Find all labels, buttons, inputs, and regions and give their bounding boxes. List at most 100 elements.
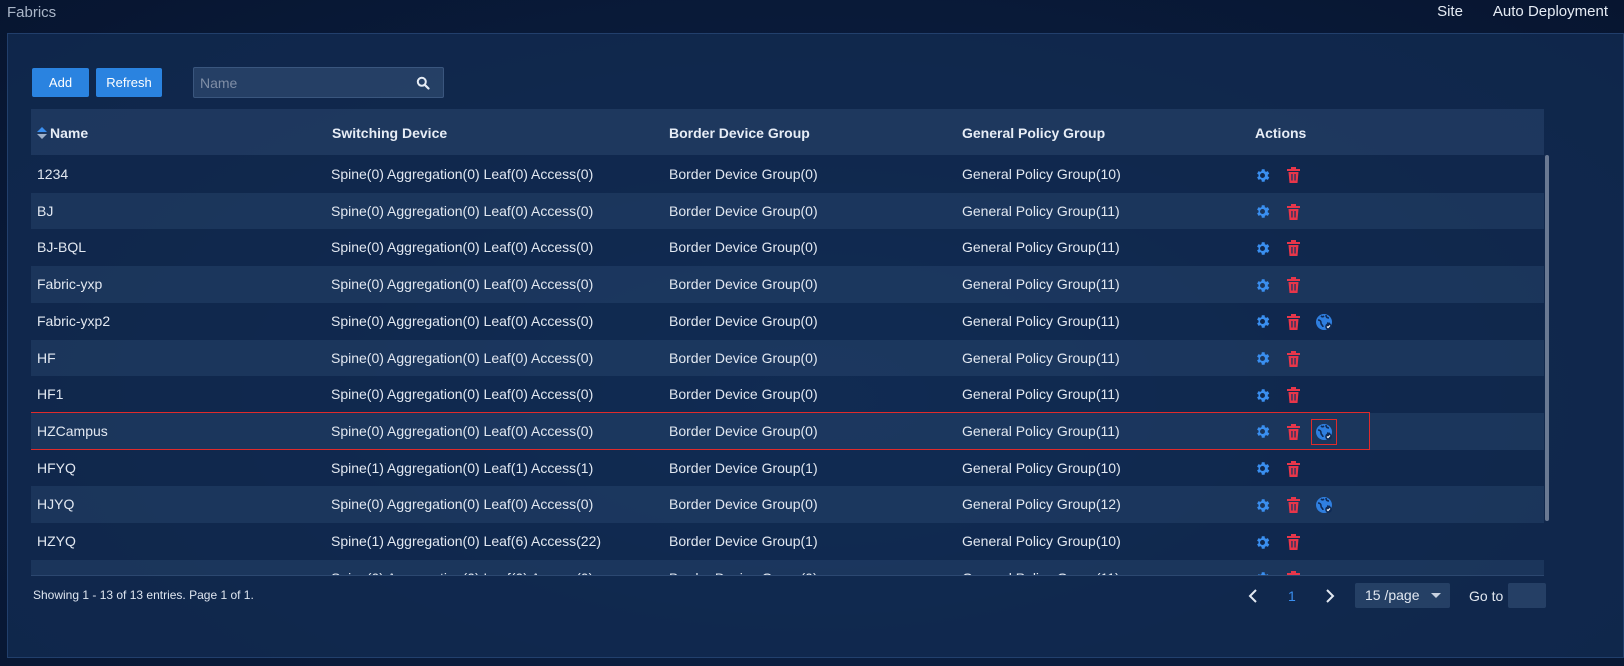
settings-icon[interactable] [1252,238,1272,258]
column-header-name[interactable]: Name [50,125,88,141]
settings-icon[interactable] [1252,385,1272,405]
delete-icon[interactable] [1283,385,1303,405]
cell-policy: General Policy Group(11) [962,276,1120,293]
pagination-summary: Showing 1 - 13 of 13 entries. Page 1 of … [33,588,254,602]
chevron-right-icon[interactable] [1322,588,1338,604]
cell-policy: General Policy Group(10) [962,459,1121,476]
goto-label: Go to [1469,588,1504,604]
delete-icon[interactable] [1283,202,1303,222]
network-deploy-icon[interactable] [1314,312,1334,332]
delete-icon[interactable] [1283,275,1303,295]
table-row[interactable]: HZYQ Spine(1) Aggregation(0) Leaf(6) Acce… [31,523,1544,560]
cell-name: BJ-BQL [37,239,87,256]
search-icon[interactable] [416,76,430,90]
nav-site[interactable]: Site [1437,3,1463,20]
page-size-select[interactable]: 15 /page [1355,583,1450,608]
network-deploy-icon[interactable] [1314,495,1334,515]
table-row[interactable]: HF Spine(0) Aggregation(0) Leaf(0) Access… [31,339,1544,377]
table-row[interactable]: HJYQ Spine(0) Aggregation(0) Leaf(0) Acce… [31,486,1544,523]
delete-icon[interactable] [1283,459,1303,479]
sort-icon[interactable] [37,127,47,139]
nav-auto-deployment[interactable]: Auto Deployment [1493,3,1608,20]
settings-icon[interactable] [1252,422,1272,442]
cell-name: HZYQ [37,533,76,549]
settings-icon[interactable] [1252,495,1272,515]
refresh-button[interactable]: Refresh [96,68,162,97]
row-actions [1252,202,1314,222]
cell-policy: General Policy Group(11) [962,422,1120,439]
row-actions [1252,349,1314,369]
row-actions [1252,312,1345,332]
row-actions [1252,532,1314,552]
cell-policy: General Policy Group(10) [962,533,1121,549]
cell-switching: Spine(1) Aggregation(0) Leaf(1) Access(1… [331,459,594,476]
add-button[interactable]: Add [32,68,89,97]
table-row[interactable]: HZCampus Spine(0) Aggregation(0) Leaf(0) … [31,412,1544,450]
cell-switching: Spine(0) Aggregation(0) Leaf(0) Access(0… [331,312,594,329]
cell-switching: Spine(0) Aggregation(0) Leaf(0) Access(0… [331,496,594,513]
chevron-left-icon[interactable] [1245,588,1261,604]
page-title: Fabrics [7,4,57,21]
delete-icon[interactable] [1283,165,1303,185]
search-box [193,67,444,98]
table-row[interactable]: BJ Spine(0) Aggregation(0) Leaf(0) Access… [31,192,1544,230]
table-scrollbar[interactable] [1545,155,1549,521]
fabrics-panel: Add Refresh Name Switching Device Border… [7,33,1624,658]
table-row[interactable]: BJ-BQL Spine(0) Aggregation(0) Leaf(0) Ac… [31,229,1544,266]
delete-icon[interactable] [1283,495,1303,515]
delete-icon[interactable] [1283,422,1303,442]
row-actions [1252,495,1345,515]
cell-name: HFYQ [37,459,76,476]
row-actions [1252,459,1314,479]
page-number-current[interactable]: 1 [1288,588,1296,604]
cell-border: Border Device Group(1) [669,459,818,476]
table-row[interactable]: Fabric-yxp Spine(0) Aggregation(0) Leaf(0… [31,266,1544,303]
settings-icon[interactable] [1252,312,1272,332]
search-input[interactable] [200,74,400,92]
cell-name: BJ [37,202,54,219]
cell-name: 1234 [37,166,69,182]
pagination: 1 15 /page Go to [1238,580,1618,612]
cell-policy: General Policy Group(11) [962,239,1120,256]
cell-name: HF1 [37,386,64,403]
cell-border: Border Device Group(0) [669,422,818,439]
cell-name: HZCampus [37,422,108,439]
fabrics-table: Name Switching Device Border Device Grou… [31,109,1544,575]
cell-border: Border Device Group(0) [669,496,818,513]
delete-icon[interactable] [1283,312,1303,332]
table-row[interactable]: HF1 Spine(0) Aggregation(0) Leaf(0) Acces… [31,376,1544,413]
cell-switching: Spine(0) Aggregation(0) Leaf(0) Access(0… [331,276,594,293]
settings-icon[interactable] [1252,202,1272,222]
cell-name: Fabric-yxp2 [37,312,111,329]
settings-icon[interactable] [1252,165,1272,185]
settings-icon[interactable] [1252,532,1272,552]
goto-input[interactable] [1508,583,1546,608]
cell-name: HJYQ [37,496,75,513]
settings-icon[interactable] [1252,275,1272,295]
cell-policy: General Policy Group(11) [962,386,1120,403]
cell-border: Border Device Group(0) [669,276,818,293]
delete-icon[interactable] [1283,238,1303,258]
cell-switching: Spine(0) Aggregation(0) Leaf(0) Access(0… [331,166,594,182]
cell-policy: General Policy Group(11) [962,349,1120,366]
table-row[interactable]: 1234 Spine(0) Aggregation(0) Leaf(0) Acce… [31,156,1544,193]
table-row[interactable]: Spine(0) Aggregation(0) Leaf(0) Access(0… [31,559,1544,575]
row-actions [1252,275,1314,295]
network-deploy-icon[interactable] [1311,418,1337,445]
top-bar: Fabrics Site Auto Deployment [0,0,1624,30]
table-row[interactable]: HFYQ Spine(1) Aggregation(0) Leaf(1) Acce… [31,450,1544,487]
delete-icon[interactable] [1283,532,1303,552]
cell-policy: General Policy Group(11) [962,312,1120,329]
cell-policy: General Policy Group(11) [962,202,1120,219]
delete-icon[interactable] [1283,349,1303,369]
column-header-switching-device: Switching Device [332,125,448,141]
cell-name: Fabric-yxp [37,276,103,293]
settings-icon[interactable] [1252,459,1272,479]
table-row[interactable]: Fabric-yxp2 Spine(0) Aggregation(0) Leaf(… [31,303,1544,340]
cell-border: Border Device Group(0) [669,166,818,182]
caret-down-icon [1431,593,1441,598]
row-actions [1252,418,1345,445]
cell-border: Border Device Group(0) [669,386,818,403]
settings-icon[interactable] [1252,349,1272,369]
cell-policy: General Policy Group(10) [962,166,1121,182]
